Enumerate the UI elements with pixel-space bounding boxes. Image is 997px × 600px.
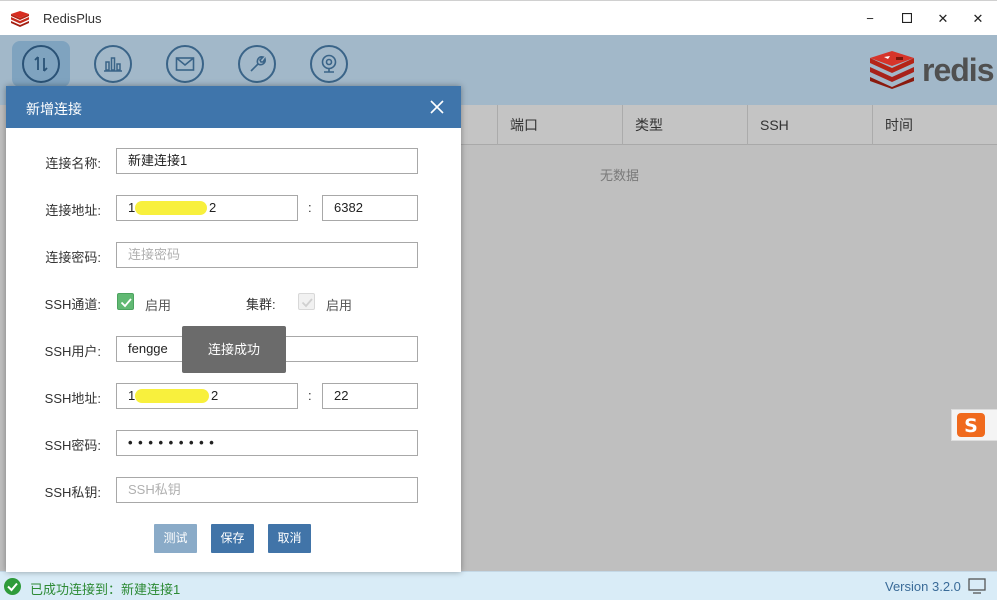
close-window-button[interactable]: ✕ [968, 9, 988, 29]
minimize-button[interactable]: − [860, 9, 880, 29]
redacted-mark [135, 201, 207, 215]
title-bar: RedisPlus − ✕ ✕ [0, 0, 997, 35]
close-icon[interactable] [426, 96, 448, 118]
maximize-icon [901, 12, 913, 24]
connection-success-toast: 连接成功 [182, 326, 286, 373]
mail-icon [175, 57, 195, 71]
dialog-title: 新增连接 [26, 101, 82, 117]
toolbar-transfer-button[interactable] [12, 41, 70, 87]
connection-password-input[interactable]: 连接密码 [116, 242, 418, 268]
redis-app-icon [11, 11, 29, 27]
ssh-host-value-suffix: 2 [211, 388, 219, 403]
ssh-tunnel-label: SSH通道: [44, 297, 101, 312]
port-separator: : [308, 200, 312, 215]
cluster-enable-label: 启用 [326, 298, 353, 313]
check-icon [301, 298, 313, 308]
ssh-key-input[interactable]: SSH私钥 [116, 477, 418, 503]
chart-icon [104, 57, 122, 72]
maximize-button[interactable] [897, 9, 917, 29]
table-header: 端口 类型 SSH 时间 [460, 105, 997, 145]
ssh-key-label: SSH私钥: [44, 485, 101, 500]
connection-host-input[interactable]: 1 2 [116, 195, 298, 221]
cancel-button[interactable]: 取消 [268, 524, 311, 553]
redis-logo: redis [868, 49, 994, 91]
status-message: 已成功连接到：新建连接1 [30, 582, 181, 597]
save-button[interactable]: 保存 [211, 524, 254, 553]
new-connection-dialog: 新增连接 连接名称: 新建连接1 连接地址: 1 2 : 6382 连接密码: … [6, 86, 461, 572]
svg-text:S: S [964, 415, 978, 437]
toolbar-monitor-button[interactable] [300, 41, 358, 87]
ssh-host-input[interactable]: 1 2 [116, 383, 298, 409]
cluster-label: 集群: [246, 297, 276, 312]
ssh-port-separator: : [308, 388, 312, 403]
success-icon [4, 578, 21, 595]
column-header-type[interactable]: 类型 [622, 105, 747, 145]
ssh-enable-checkbox[interactable] [117, 293, 134, 310]
redis-cube-icon [870, 51, 914, 89]
dialog-header: 新增连接 [6, 86, 461, 128]
version-label: Version 3.2.0 [885, 579, 961, 594]
ssh-enable-label: 启用 [145, 298, 172, 313]
window-title: RedisPlus [43, 11, 102, 26]
toolbar-mail-button[interactable] [156, 41, 214, 87]
toolbar-tools-button[interactable] [228, 41, 286, 87]
ssh-port-input[interactable]: 22 [322, 383, 418, 409]
ssh-password-input[interactable]: • • • • • • • • • [116, 430, 418, 456]
test-button[interactable]: 测试 [154, 524, 197, 553]
ssh-user-label: SSH用户: [44, 344, 101, 359]
column-header-port[interactable]: 端口 [497, 105, 622, 145]
connection-password-label: 连接密码: [45, 250, 101, 265]
cluster-enable-checkbox[interactable] [298, 293, 315, 310]
input-method-icon[interactable]: S [951, 409, 997, 441]
connection-name-input[interactable]: 新建连接1 [116, 148, 418, 174]
redis-logo-text: redis [922, 51, 994, 88]
column-header-ssh[interactable]: SSH [747, 105, 872, 145]
host-value-suffix: 2 [209, 200, 217, 215]
webcam-icon [321, 54, 337, 73]
redacted-mark [135, 389, 209, 403]
connection-port-input[interactable]: 6382 [322, 195, 418, 221]
connection-name-label: 连接名称: [45, 156, 101, 171]
check-icon [120, 298, 132, 308]
connection-host-label: 连接地址: [45, 203, 101, 218]
table-empty-text: 无数据 [600, 168, 640, 183]
wrench-icon [250, 56, 266, 72]
column-header-time[interactable]: 时间 [872, 105, 997, 145]
ssh-password-label: SSH密码: [44, 438, 101, 453]
toolbar-chart-button[interactable] [84, 41, 142, 87]
ssh-host-label: SSH地址: [44, 391, 101, 406]
sogou-icon: S [957, 413, 985, 437]
close-window-button[interactable]: ✕ [933, 9, 953, 29]
transfer-icon [34, 56, 48, 72]
status-bar: 已成功连接到：新建连接1 Version 3.2.0 [0, 571, 997, 600]
monitor-icon[interactable] [968, 578, 986, 594]
